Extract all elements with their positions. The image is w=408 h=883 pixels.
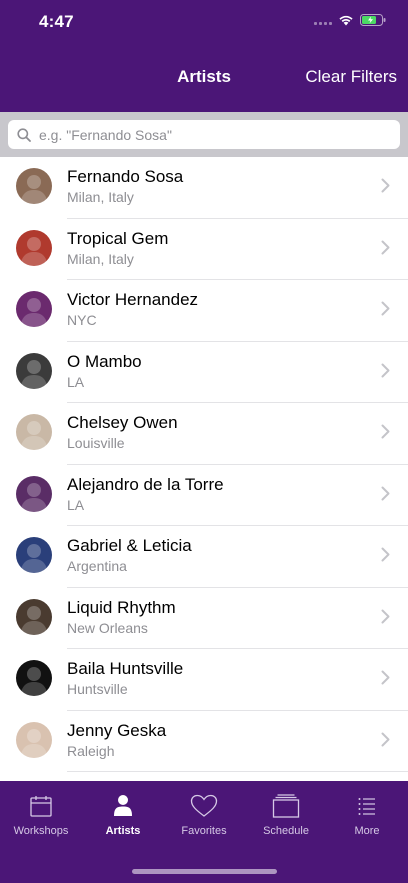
- schedule-icon: [272, 794, 300, 818]
- avatar: [16, 537, 52, 573]
- artist-name: Gabriel & Leticia: [67, 536, 192, 555]
- chevron-right-icon: [381, 178, 390, 193]
- chevron-right-icon: [381, 424, 390, 439]
- artist-row[interactable]: Fernando Sosa Milan, Italy: [0, 157, 408, 219]
- artist-location: Huntsville: [67, 681, 128, 697]
- tab-workshops[interactable]: Workshops: [0, 793, 82, 837]
- artist-location: NYC: [67, 312, 97, 328]
- artist-row[interactable]: Gabriel & Leticia Argentina: [0, 526, 408, 588]
- artist-name: Alejandro de la Torre: [67, 474, 224, 494]
- tab-favorites[interactable]: Favorites: [163, 793, 245, 837]
- status-bar: 4:47: [0, 0, 408, 44]
- person-icon: [114, 795, 132, 816]
- wifi-icon: [339, 15, 353, 26]
- navigation-bar: Artists Clear Filters: [0, 44, 408, 112]
- artist-row[interactable]: Liquid Rhythm New Orleans: [0, 588, 408, 650]
- artist-name: Victor Hernandez: [67, 290, 199, 309]
- chevron-right-icon: [381, 547, 390, 562]
- artist-row[interactable]: Alejandro de la Torre LA: [0, 465, 408, 527]
- chevron-right-icon: [381, 609, 390, 623]
- artist-row[interactable]: Tropical Gem Milan, Italy: [0, 219, 408, 281]
- tab-favorites-label: Favorites: [181, 825, 227, 837]
- chevron-right-icon: [381, 301, 390, 316]
- status-time: 4:47: [39, 12, 74, 31]
- artist-row[interactable]: Victor Hernandez NYC: [0, 280, 408, 342]
- avatar: [16, 291, 52, 327]
- tab-schedule[interactable]: Schedule: [245, 793, 327, 837]
- artist-location: Milan, Italy: [67, 189, 134, 205]
- search-icon: [17, 127, 31, 142]
- clear-filters-button[interactable]: Clear Filters: [305, 67, 397, 87]
- artist-name: O Mambo: [67, 351, 142, 371]
- artist-location: LA: [67, 373, 85, 390]
- artist-name: Chelsey Owen: [67, 413, 178, 432]
- chevron-right-icon: [381, 363, 390, 377]
- calendar-icon: [30, 796, 52, 817]
- artist-location: Raleigh: [67, 742, 115, 759]
- artist-name: Liquid Rhythm: [67, 597, 176, 617]
- artist-list: Fernando Sosa Milan, Italy Tropical Gem Mil…: [0, 157, 408, 781]
- status-icons: [314, 14, 386, 26]
- signal-icon: [314, 15, 332, 25]
- tab-workshops-label: Workshops: [13, 825, 69, 837]
- heart-icon: [190, 794, 218, 817]
- battery-icon: [360, 14, 386, 26]
- tab-artists[interactable]: Artists: [82, 793, 164, 837]
- artist-row[interactable]: Jenny Geska Raleigh: [0, 711, 408, 773]
- artist-name: Fernando Sosa: [67, 167, 184, 186]
- tab-more-label: More: [354, 825, 380, 837]
- tab-more[interactable]: More: [326, 793, 408, 837]
- artist-location: Argentina: [67, 558, 127, 574]
- chevron-right-icon: [381, 240, 390, 254]
- list-icon: [358, 798, 375, 815]
- search-field[interactable]: [8, 120, 400, 149]
- artist-location: LA: [67, 496, 85, 513]
- chevron-right-icon: [381, 486, 390, 500]
- avatar: [16, 598, 52, 635]
- artist-name: Tropical Gem: [67, 228, 169, 248]
- avatar: [16, 721, 52, 758]
- chevron-right-icon: [381, 732, 390, 746]
- artist-location: New Orleans: [67, 619, 148, 636]
- avatar: [16, 229, 52, 266]
- avatar: [16, 352, 52, 389]
- artist-name: Jenny Geska: [67, 720, 167, 740]
- artist-location: Louisville: [67, 435, 125, 451]
- artist-row[interactable]: O Mambo LA: [0, 342, 408, 404]
- artist-row[interactable]: Baila Huntsville Huntsville: [0, 649, 408, 711]
- search-input[interactable]: [39, 126, 400, 143]
- search-bar: [0, 112, 408, 157]
- artist-location: Milan, Italy: [67, 250, 134, 267]
- tab-artists-label: Artists: [105, 825, 141, 837]
- artist-name: Baila Huntsville: [67, 659, 184, 678]
- home-indicator: [132, 869, 277, 874]
- tab-schedule-label: Schedule: [263, 825, 309, 837]
- avatar: [16, 475, 52, 512]
- avatar: [16, 168, 52, 204]
- artist-row[interactable]: Chelsey Owen Louisville: [0, 403, 408, 465]
- tab-bar: Workshops Artists Favorites Schedule Mor…: [0, 781, 408, 883]
- avatar: [16, 414, 52, 450]
- avatar: [16, 660, 52, 696]
- chevron-right-icon: [381, 670, 390, 685]
